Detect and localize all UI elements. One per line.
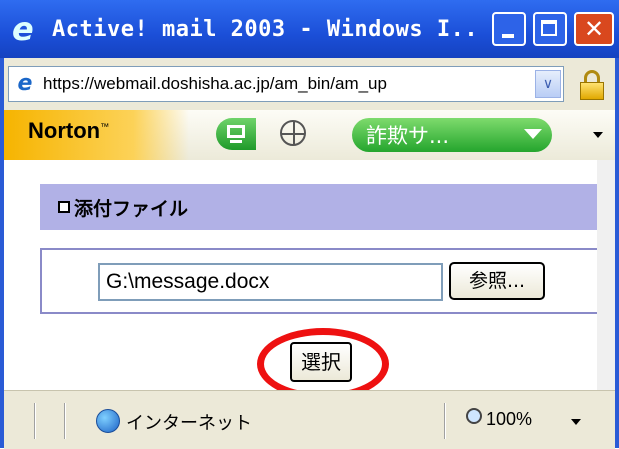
- page-content: 添付ファイル G:\message.docx 参照... 選択: [4, 160, 615, 400]
- close-button[interactable]: ✕: [574, 12, 614, 46]
- lock-icon[interactable]: [578, 70, 606, 100]
- norton-brand[interactable]: Norton™: [4, 110, 189, 160]
- norton-label: Norton: [28, 118, 101, 143]
- status-divider: [34, 403, 36, 439]
- status-divider: [444, 403, 446, 439]
- section-header: 添付ファイル: [40, 184, 605, 230]
- zoom-icon[interactable]: [466, 408, 482, 424]
- security-zone-label: インターネット: [126, 413, 252, 434]
- section-title: 添付ファイル: [74, 197, 189, 220]
- minimize-button[interactable]: [492, 12, 526, 46]
- zoom-level[interactable]: 100%: [486, 409, 532, 430]
- zoom-dropdown-icon[interactable]: [571, 419, 581, 425]
- address-url: https://webmail.doshisha.ac.jp/am_bin/am…: [43, 74, 387, 93]
- fraud-protection-label: 詐欺サ...: [366, 124, 450, 148]
- chevron-down-icon: [524, 129, 542, 139]
- file-panel: G:\message.docx 参照...: [40, 248, 605, 314]
- address-bar: e https://webmail.doshisha.ac.jp/am_bin/…: [4, 58, 615, 110]
- file-path-input[interactable]: G:\message.docx: [98, 263, 443, 301]
- browser-window: e Active! mail 2003 - Windows I.. ✕ e ht…: [0, 0, 619, 449]
- address-dropdown-button[interactable]: ∨: [535, 70, 561, 98]
- status-bar: インターネット 100%: [4, 390, 615, 449]
- browse-button[interactable]: 参照...: [449, 262, 545, 300]
- internet-zone-icon: [96, 409, 120, 433]
- close-icon: ✕: [583, 15, 605, 43]
- fraud-protection-button[interactable]: 詐欺サ...: [352, 118, 552, 152]
- ie-logo-icon: e: [12, 10, 34, 48]
- maximize-icon: [535, 14, 565, 44]
- maximize-button[interactable]: [533, 12, 567, 46]
- globe-icon[interactable]: [280, 120, 306, 146]
- address-input[interactable]: e https://webmail.doshisha.ac.jp/am_bin/…: [8, 66, 564, 102]
- toolbar-options-icon[interactable]: [593, 132, 603, 138]
- title-bar[interactable]: e Active! mail 2003 - Windows I.. ✕: [0, 0, 619, 58]
- window-title: Active! mail 2003 - Windows I..: [52, 16, 479, 42]
- vertical-scrollbar[interactable]: [597, 160, 615, 390]
- minimize-icon: [494, 14, 524, 44]
- computer-icon[interactable]: [216, 118, 256, 150]
- page-icon: e: [17, 71, 33, 96]
- status-divider: [64, 403, 66, 439]
- norton-trademark: ™: [100, 121, 110, 132]
- select-button[interactable]: 選択: [290, 342, 352, 382]
- norton-toolbar: Norton™ 詐欺サ...: [4, 110, 615, 161]
- square-bullet-icon: [58, 201, 70, 213]
